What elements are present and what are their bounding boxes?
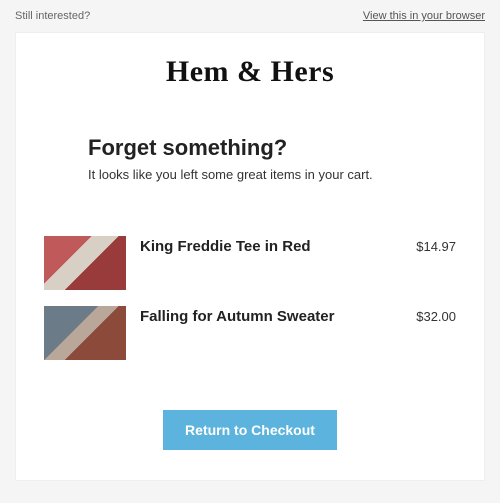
headline: Forget something? — [88, 135, 456, 161]
product-thumbnail — [44, 306, 126, 360]
preheader-left: Still interested? — [15, 10, 90, 22]
product-price: $32.00 — [416, 306, 456, 324]
subheadline: It looks like you left some great items … — [88, 167, 456, 182]
product-thumbnail — [44, 236, 126, 290]
view-in-browser-link[interactable]: View this in your browser — [363, 10, 485, 22]
product-title: Falling for Autumn Sweater — [140, 306, 402, 325]
brand-logo-text: Hem & Hers — [44, 51, 456, 135]
cart-item: Falling for Autumn Sweater $32.00 — [44, 306, 456, 360]
cart-item: King Freddie Tee in Red $14.97 — [44, 236, 456, 290]
email-body: Hem & Hers Forget something? It looks li… — [15, 32, 485, 481]
return-to-checkout-button[interactable]: Return to Checkout — [163, 410, 337, 450]
preheader: Still interested? View this in your brow… — [15, 8, 485, 32]
product-title: King Freddie Tee in Red — [140, 236, 402, 255]
cart-items: King Freddie Tee in Red $14.97 Falling f… — [44, 236, 456, 360]
product-price: $14.97 — [416, 236, 456, 254]
